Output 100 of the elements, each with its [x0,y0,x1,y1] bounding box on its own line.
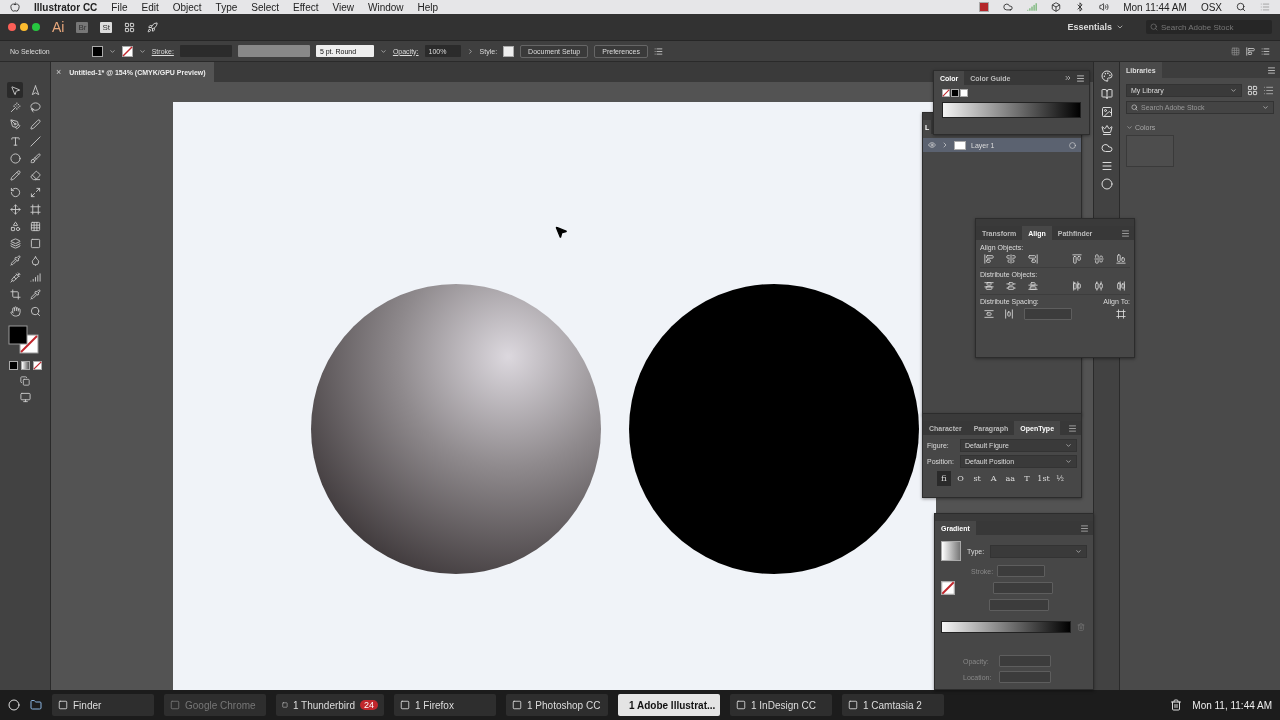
gradient-swatch[interactable] [941,541,961,561]
cloud-icon[interactable] [1100,142,1113,154]
book-icon[interactable] [1100,88,1113,100]
distribute-icon[interactable] [1116,281,1126,291]
glyph-button[interactable]: A [986,471,1001,486]
list-icon[interactable] [1261,46,1270,56]
close-window-button[interactable] [8,23,16,31]
taskbar-item[interactable]: 1 Photoshop CC [506,694,608,716]
rocket-icon[interactable] [147,21,158,33]
workspace-switcher[interactable]: Essentials [1057,22,1134,32]
expand-icon[interactable] [1064,74,1072,82]
symbol-sprayer-icon[interactable] [7,269,23,285]
puppet-warp-icon[interactable] [7,201,23,217]
lasso-icon[interactable] [27,99,43,115]
distribute-icon[interactable] [984,281,994,291]
taskbar-item[interactable]: 1 Camtasia 2 [842,694,944,716]
menu-item[interactable]: Select [251,1,280,13]
glyph-button[interactable]: ½ [1053,471,1067,486]
search-icon[interactable] [1236,2,1246,12]
selection-arrow-icon[interactable] [7,82,23,98]
folder-icon[interactable] [30,699,42,711]
none-mode-button[interactable] [32,361,42,370]
menu-item[interactable]: Window [368,1,404,13]
fill-stroke-drawing[interactable] [8,325,42,355]
glyph-button[interactable]: O [953,471,968,486]
paintbrush-icon[interactable] [27,150,43,166]
menu-item[interactable]: Effect [293,1,319,13]
grid-icon[interactable] [1231,46,1240,56]
artboard-icon[interactable] [7,286,23,302]
slice-icon[interactable] [27,286,43,302]
palette-icon[interactable] [1100,70,1113,82]
pen-tool-icon[interactable] [7,116,23,132]
menu-item[interactable]: Help [417,1,439,13]
align-options-icon[interactable] [654,46,663,56]
color-swatch[interactable] [951,89,959,97]
hand-icon[interactable] [7,303,23,319]
stroke-swatch[interactable] [121,45,133,57]
glyph-button[interactable]: aa [1003,471,1018,486]
trash-icon[interactable] [1170,699,1183,711]
cloud-icon[interactable] [1003,2,1014,12]
image-icon[interactable] [1100,106,1113,118]
menu-icon[interactable] [1100,160,1113,172]
menu-item[interactable]: Edit [141,1,159,13]
glyph-button[interactable]: 1st [1036,471,1051,486]
expand-caret-icon[interactable] [941,141,949,149]
box-icon[interactable] [1051,2,1062,12]
zoom-window-button[interactable] [32,23,40,31]
style-swatch[interactable] [503,45,515,57]
eyedropper-icon[interactable] [7,252,23,268]
crown-icon[interactable] [1100,124,1113,136]
menu-item[interactable]: Object [172,1,202,13]
align-icon[interactable] [1028,254,1038,264]
ellipse-icon[interactable] [7,150,23,166]
taskbar-item[interactable]: 1 Adobe Illustrat... [618,694,720,716]
distribute-icon[interactable] [1006,281,1016,291]
align-icon[interactable] [1116,254,1126,264]
spacing-field[interactable] [1024,308,1072,320]
panel-menu-icon[interactable] [1121,228,1130,238]
fill-swatch[interactable] [91,45,103,57]
close-tab-button[interactable]: × [56,67,62,77]
panel-menu-icon[interactable] [1068,423,1077,433]
color-mode-button[interactable] [8,361,18,370]
line-icon[interactable] [27,133,43,149]
glyph-button[interactable]: fi [937,471,951,486]
menu-item[interactable]: Type [215,1,238,13]
no-color-swatch[interactable] [942,89,950,97]
stock-button[interactable]: St [100,21,112,33]
minimize-window-button[interactable] [20,23,28,31]
distribute-icon[interactable] [1094,281,1104,291]
app-icon[interactable] [8,699,20,711]
circle-icon[interactable] [1100,178,1113,190]
color-swatch[interactable] [960,89,968,97]
taskbar-item[interactable]: 1 Firefox [394,694,496,716]
app-menu[interactable]: Illustrator CC [34,1,98,13]
taskbar-item[interactable]: 1 InDesign CC [730,694,832,716]
align-icon[interactable] [1246,46,1255,56]
mesh-icon[interactable] [7,235,23,251]
menu-item[interactable]: File [111,1,128,13]
screen-mode-icon[interactable] [19,392,31,403]
gradient-mode-button[interactable] [20,361,30,370]
variable-width-field[interactable] [237,45,310,57]
volume-icon[interactable] [1099,2,1110,12]
color-spectrum[interactable] [942,102,1081,118]
aspect-ratio-field[interactable] [989,599,1049,611]
glyph-button[interactable]: T [1020,471,1034,486]
distribute-spacing-icon[interactable] [1004,309,1014,319]
distribute-icon[interactable] [1072,281,1082,291]
curvature-pen-icon[interactable] [27,116,43,132]
draw-mode-icon[interactable] [20,376,30,386]
arrange-documents-icon[interactable] [124,21,135,33]
align-icon[interactable] [1094,254,1104,264]
chevron-icon[interactable] [466,47,474,55]
align-to-icon[interactable] [1116,309,1126,319]
menu-item[interactable]: View [332,1,354,13]
panel-menu-icon[interactable] [1076,73,1085,83]
distribute-icon[interactable] [1028,281,1038,291]
status-app-icon[interactable] [979,2,990,12]
caret-icon[interactable] [138,47,146,55]
bluetooth-icon[interactable] [1075,2,1086,12]
panel-menu-icon[interactable] [1080,523,1089,533]
